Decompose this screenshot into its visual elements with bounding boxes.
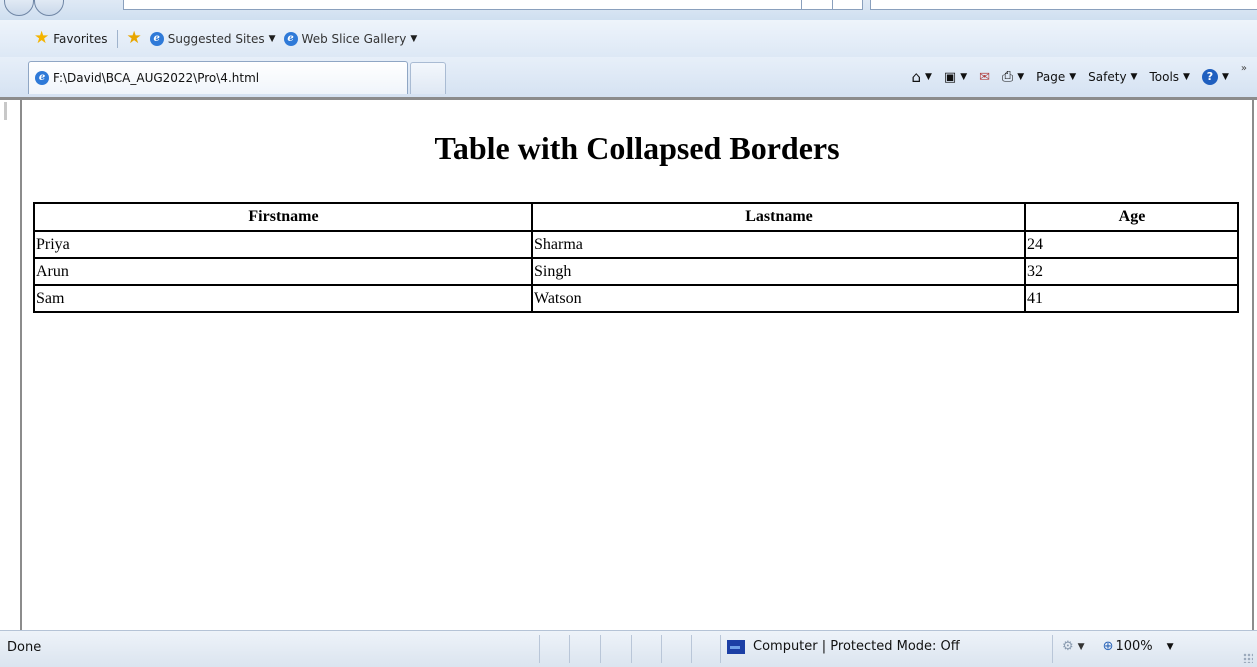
zoom-icon: ⊕: [1102, 639, 1114, 654]
ie-icon: e: [149, 31, 164, 46]
status-divider: [1052, 635, 1053, 663]
chevron-down-icon: ▼: [1183, 72, 1190, 82]
status-divider: [631, 635, 632, 663]
tab-current[interactable]: e F:\David\BCA_AUG2022\Pro\4.html: [28, 61, 408, 94]
frame-notch: [4, 102, 7, 120]
add-favorite-icon: ★: [126, 28, 142, 48]
navigation-bar: [0, 0, 1257, 20]
help-menu[interactable]: ? ▼: [1201, 69, 1229, 85]
overflow-chevron-icon[interactable]: »: [1241, 63, 1247, 74]
read-mail-button[interactable]: ✉: [979, 70, 990, 85]
address-bar[interactable]: [123, 0, 863, 10]
tab-row: e F:\David\BCA_AUG2022\Pro\4.html ⌂ ▼ ▣ …: [0, 57, 1257, 97]
status-divider: [539, 635, 540, 663]
status-divider: [691, 635, 692, 663]
chevron-down-icon: ▼: [1221, 72, 1229, 82]
cell-firstname: Arun: [33, 257, 533, 286]
page-menu[interactable]: Page ▼: [1036, 70, 1076, 84]
web-slice-gallery-link[interactable]: e Web Slice Gallery ▼: [283, 31, 418, 46]
chevron-down-icon: ▼: [925, 72, 932, 82]
feeds-button[interactable]: ▣ ▼: [944, 70, 967, 85]
table-row: Sam Watson 41: [33, 284, 1239, 313]
status-divider: [661, 635, 662, 663]
status-bar: Done Computer | Protected Mode: Off ⚙ ▼ …: [0, 630, 1257, 667]
chevron-down-icon: ▼: [1130, 72, 1138, 82]
status-controls: ⚙ ▼ ⊕ 100% ▼: [1062, 639, 1174, 654]
chevron-down-icon: ▼: [960, 72, 968, 82]
print-button[interactable]: ⎙ ▼: [1002, 69, 1024, 85]
header-firstname: Firstname: [33, 202, 533, 232]
tools-menu-label: Tools: [1149, 70, 1180, 84]
favorites-button[interactable]: ★ Favorites: [34, 30, 107, 47]
cell-firstname: Sam: [33, 284, 533, 313]
security-zone[interactable]: Computer | Protected Mode: Off: [727, 639, 960, 654]
chevron-down-icon: ▼: [1166, 641, 1174, 652]
header-lastname: Lastname: [531, 202, 1026, 232]
status-text: Done: [7, 640, 42, 655]
cell-age: 32: [1024, 257, 1239, 286]
page-menu-label: Page: [1036, 70, 1066, 84]
computer-zone-icon: [727, 639, 745, 654]
help-icon: ?: [1201, 69, 1218, 85]
cell-firstname: Priya: [33, 230, 533, 259]
new-tab-button[interactable]: [410, 62, 446, 94]
zoom-level: 100%: [1115, 639, 1153, 654]
cell-age: 41: [1024, 284, 1239, 313]
search-input[interactable]: [870, 0, 1257, 10]
toolbar-divider: [117, 29, 119, 48]
forward-button[interactable]: [34, 0, 64, 16]
chevron-down-icon: ▼: [268, 33, 276, 44]
protected-mode-icon[interactable]: ⚙: [1062, 639, 1074, 654]
data-table: Firstname Lastname Age Priya Sharma 24 A…: [33, 202, 1239, 313]
chevron-down-icon: ▼: [1069, 72, 1077, 82]
safety-menu-label: Safety: [1088, 70, 1127, 84]
web-slice-gallery-label: Web Slice Gallery: [301, 31, 407, 46]
suggested-sites-label: Suggested Sites: [167, 31, 265, 46]
status-divider: [720, 635, 721, 663]
cell-lastname: Watson: [531, 284, 1026, 313]
chevron-down-icon: ▼: [410, 33, 418, 44]
tools-menu[interactable]: Tools ▼: [1149, 70, 1189, 84]
add-to-favorites-button[interactable]: ★: [126, 30, 141, 47]
zone-label: Computer | Protected Mode: Off: [753, 639, 960, 654]
page-title: Table with Collapsed Borders: [434, 130, 840, 166]
chevron-down-icon: ▼: [1017, 72, 1025, 82]
ie-page-icon: e: [35, 71, 49, 85]
chevron-down-icon[interactable]: ▼: [1078, 642, 1085, 652]
cell-lastname: Sharma: [531, 230, 1026, 259]
safety-menu[interactable]: Safety ▼: [1088, 70, 1137, 84]
favorites-label: Favorites: [53, 31, 108, 46]
mail-icon: ✉: [979, 69, 991, 85]
page-content: Table with Collapsed Borders Firstname L…: [22, 100, 1252, 630]
star-icon: ★: [34, 28, 50, 48]
back-button[interactable]: [4, 0, 34, 16]
content-frame-left: [0, 100, 20, 630]
table-row: Arun Singh 32: [33, 257, 1239, 286]
status-divider: [569, 635, 570, 663]
zoom-control[interactable]: ⊕ 100% ▼: [1103, 639, 1174, 654]
cell-age: 24: [1024, 230, 1239, 259]
home-button[interactable]: ⌂ ▼: [911, 68, 931, 86]
resize-grip[interactable]: [1243, 653, 1253, 663]
home-icon: ⌂: [911, 68, 921, 86]
address-separator: [832, 0, 833, 9]
tab-title: F:\David\BCA_AUG2022\Pro\4.html: [53, 71, 260, 85]
address-separator: [801, 0, 802, 9]
print-icon: ⎙: [1002, 69, 1014, 85]
favorites-bar: ★ Favorites ★ e Suggested Sites ▼ e Web …: [0, 20, 1257, 57]
status-divider: [600, 635, 601, 663]
ie-icon: e: [283, 31, 298, 46]
suggested-sites-link[interactable]: e Suggested Sites ▼: [149, 31, 276, 46]
table-row: Priya Sharma 24: [33, 230, 1239, 259]
content-frame-right-border: [1252, 100, 1254, 630]
header-age: Age: [1024, 202, 1239, 232]
table-header-row: Firstname Lastname Age: [33, 202, 1239, 232]
cell-lastname: Singh: [531, 257, 1026, 286]
command-bar: ⌂ ▼ ▣ ▼ ✉ ⎙ ▼ Page ▼ Safety ▼ Tools ▼ ? …: [899, 57, 1247, 97]
rss-icon: ▣: [943, 69, 957, 85]
